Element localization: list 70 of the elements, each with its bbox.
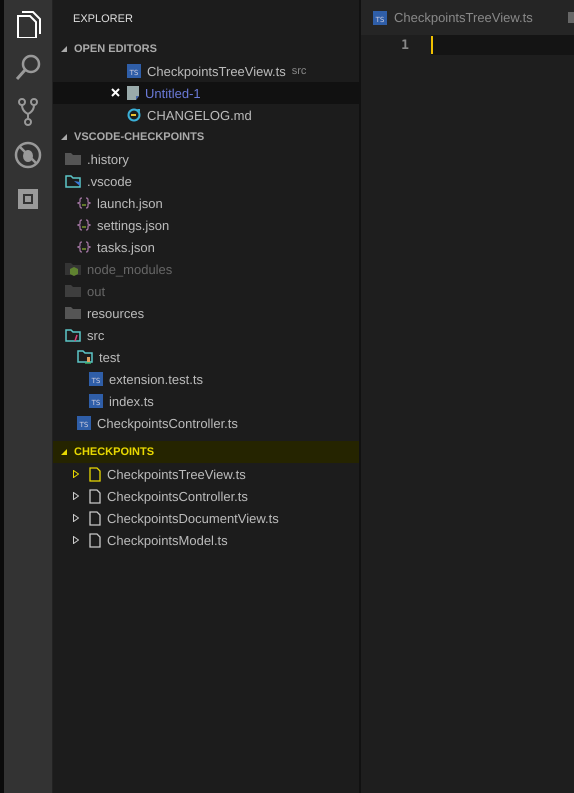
folder-icon — [77, 350, 93, 364]
open-editor-item[interactable]: Untitled-1 — [53, 82, 359, 104]
file-icon — [89, 466, 101, 482]
checkpoint-item[interactable]: CheckpointsController.ts — [53, 485, 359, 507]
folder-icon — [65, 285, 81, 297]
changelog-icon — [127, 108, 141, 122]
file-name: .history — [87, 152, 129, 166]
close-icon[interactable] — [111, 88, 120, 97]
tree-item[interactable]: resources — [53, 302, 359, 324]
section-header[interactable]: OPEN EDITORS — [53, 38, 359, 60]
checkpoint-item[interactable]: CheckpointsModel.ts — [53, 529, 359, 551]
search-icon[interactable] — [13, 52, 43, 82]
folder-icon — [65, 174, 81, 188]
folder-icon — [65, 307, 81, 319]
folder-path: src — [292, 65, 306, 77]
folder-icon — [65, 262, 81, 276]
file-name: CheckpointsDocumentView.ts — [107, 510, 279, 526]
file-name: src — [87, 328, 104, 342]
tree-item[interactable]: .history — [53, 148, 359, 170]
collapse-icon[interactable] — [60, 45, 68, 53]
file-icon — [89, 510, 101, 526]
file-name: index.ts — [109, 394, 154, 408]
file-name: CHANGELOG.md — [147, 108, 252, 122]
braces-icon — [77, 218, 91, 232]
braces-icon — [77, 240, 91, 254]
tree-item[interactable]: tasks.json — [53, 236, 359, 258]
file-name: tasks.json — [97, 240, 155, 254]
file-name: CheckpointsController.ts — [97, 416, 238, 430]
file-name: settings.json — [97, 218, 170, 232]
file-icon — [89, 488, 101, 504]
braces-icon — [77, 196, 91, 210]
file-name: .vscode — [87, 174, 132, 188]
collapse-icon[interactable] — [60, 448, 68, 456]
expand-icon[interactable] — [73, 470, 79, 478]
file-icon — [89, 532, 101, 548]
file-name: test — [99, 350, 120, 364]
expand-icon[interactable] — [73, 514, 79, 522]
tree-item[interactable]: test — [53, 346, 359, 368]
section-title: VSCODE-CHECKPOINTS — [74, 131, 204, 143]
file-name: extension.test.ts — [109, 372, 203, 386]
expand-icon[interactable] — [73, 492, 79, 500]
tree-item[interactable]: launch.json — [53, 192, 359, 214]
file-name: Untitled-1 — [145, 86, 201, 100]
text-cursor — [431, 36, 433, 54]
file-name: CheckpointsTreeView.ts — [147, 64, 286, 78]
file-name: node_modules — [87, 262, 172, 276]
open-editor-item[interactable]: CHANGELOG.md — [53, 104, 359, 126]
folder-icon — [65, 328, 81, 342]
file-icon — [127, 86, 139, 100]
tree-item[interactable]: .vscode — [53, 170, 359, 192]
file-name: CheckpointsModel.ts — [107, 532, 228, 548]
line-number: 1 — [400, 38, 409, 52]
folder-icon — [65, 153, 81, 165]
sidebar-title: EXPLORER — [72, 12, 134, 27]
file-name: out — [87, 284, 106, 298]
section-header[interactable]: VSCODE-CHECKPOINTS — [53, 126, 359, 148]
section-title: CHECKPOINTS — [74, 446, 154, 458]
checkpoint-item[interactable]: CheckpointsDocumentView.ts — [53, 507, 359, 529]
tree-item[interactable]: src — [53, 324, 359, 346]
no-bug-icon[interactable] — [13, 140, 43, 170]
tree-item[interactable]: settings.json — [53, 214, 359, 236]
section-header[interactable]: CHECKPOINTS — [53, 441, 359, 463]
file-name: launch.json — [97, 196, 163, 210]
file-name: resources — [87, 306, 144, 320]
section-title: OPEN EDITORS — [74, 43, 157, 55]
checkpoint-item[interactable]: CheckpointsTreeView.ts — [53, 463, 359, 485]
collapse-icon[interactable] — [60, 133, 68, 141]
expand-icon[interactable] — [73, 536, 79, 544]
file-name: CheckpointsTreeView.ts — [107, 466, 246, 482]
file-name: CheckpointsController.ts — [107, 488, 248, 504]
